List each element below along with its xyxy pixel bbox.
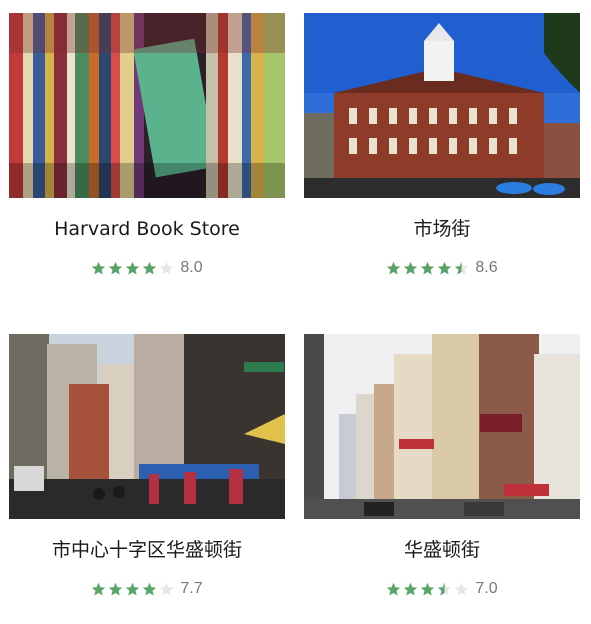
star-filled-icon — [387, 582, 401, 595]
downtown-street-market-photo[interactable] — [9, 334, 285, 519]
star-empty-icon — [455, 582, 469, 595]
star-filled-icon — [109, 582, 123, 595]
star-filled-icon — [126, 582, 140, 595]
star-filled-icon — [404, 261, 418, 274]
rating: 7.7 — [9, 579, 285, 599]
star-filled-icon — [143, 582, 157, 595]
city-street-buildings-photo[interactable] — [304, 334, 580, 519]
place-card[interactable]: Harvard Book Store 8.0 — [9, 13, 285, 278]
rating-score: 7.0 — [475, 580, 498, 597]
rating-score: 8.6 — [475, 259, 498, 276]
star-filled-icon — [404, 582, 418, 595]
star-filled-icon — [421, 582, 435, 595]
brick-hall-with-cupola-photo[interactable] — [304, 13, 580, 198]
rating-score: 7.7 — [180, 580, 203, 597]
rating: 8.0 — [9, 258, 285, 278]
star-filled-icon — [438, 261, 452, 274]
place-name[interactable]: 市场街 — [304, 218, 580, 240]
place-card[interactable]: 市场街 8.6 — [304, 13, 580, 278]
star-filled-icon — [143, 261, 157, 274]
star-empty-icon — [160, 582, 174, 595]
star-filled-icon — [421, 261, 435, 274]
place-card[interactable]: 市中心十字区华盛顿街 7.7 — [9, 334, 285, 599]
star-half-icon — [438, 582, 452, 595]
star-rating — [386, 582, 471, 597]
star-filled-icon — [109, 261, 123, 274]
place-name[interactable]: Harvard Book Store — [9, 218, 285, 240]
star-filled-icon — [92, 582, 106, 595]
star-empty-icon — [160, 261, 174, 274]
star-rating — [91, 582, 176, 597]
place-card[interactable]: 华盛顿街 7.0 — [304, 334, 580, 599]
star-rating — [91, 261, 176, 276]
star-filled-icon — [387, 261, 401, 274]
star-filled-icon — [126, 261, 140, 274]
place-name[interactable]: 市中心十字区华盛顿街 — [9, 539, 285, 561]
star-half-icon — [455, 261, 469, 274]
rating: 7.0 — [304, 579, 580, 599]
bookshelf-photo[interactable] — [9, 13, 285, 198]
rating-score: 8.0 — [180, 259, 203, 276]
place-name[interactable]: 华盛顿街 — [304, 539, 580, 561]
rating: 8.6 — [304, 258, 580, 278]
star-filled-icon — [92, 261, 106, 274]
star-rating — [386, 261, 471, 276]
